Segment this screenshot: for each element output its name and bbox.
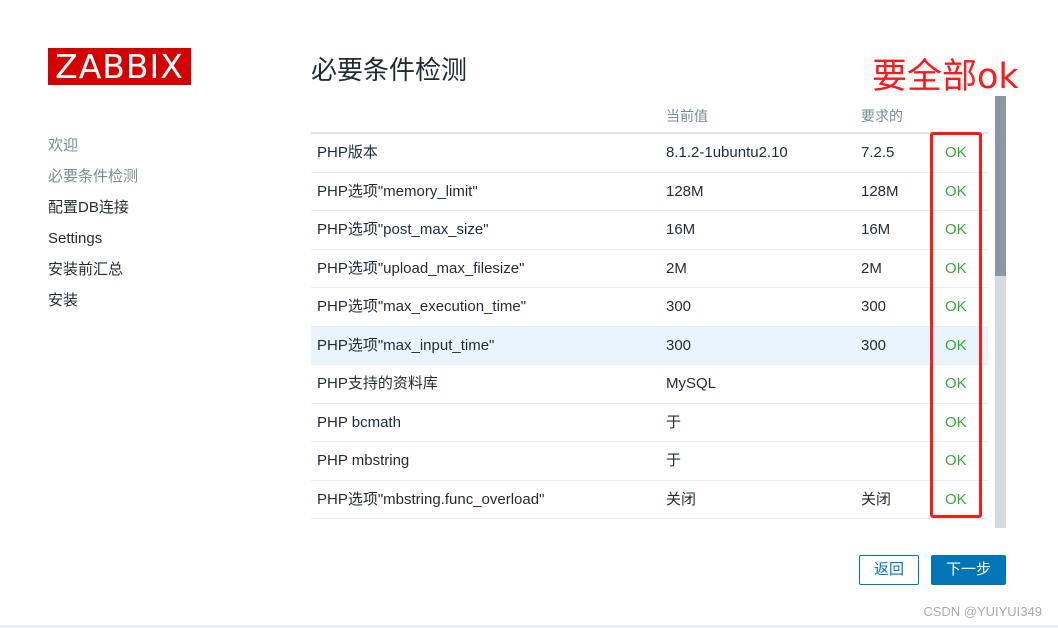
row-name: PHP bcmath: [317, 413, 401, 431]
row-name: PHP选项"max_input_time": [317, 336, 495, 354]
row-current-value: 关闭: [666, 490, 697, 508]
row-current-value: 于: [666, 413, 682, 431]
row-required-value: 128M: [861, 182, 899, 200]
setup-steps-nav: 欢迎 必要条件检测 配置DB连接 Settings 安装前汇总 安装: [48, 130, 268, 316]
zabbix-logo: ZABBIX: [48, 48, 191, 85]
table-row: PHP选项"post_max_size" 16M 16M OK: [311, 211, 988, 250]
table-header: 当前值 要求的: [311, 96, 988, 134]
prerequisites-table: 当前值 要求的 PHP版本 8.1.2-1ubuntu2.10 7.2.5 OK…: [311, 96, 988, 520]
row-required-value: 300: [861, 336, 887, 354]
row-current-value: 300: [666, 298, 692, 315]
row-name: PHP选项"memory_limit": [317, 182, 478, 200]
table-row: PHP选项"max_execution_time" 300 300 OK: [311, 288, 988, 327]
next-step-button[interactable]: 下一步: [931, 555, 1006, 585]
row-name: PHP支持的资料库: [317, 375, 438, 392]
row-current-value: 2M: [666, 259, 687, 277]
row-name: PHP选项"max_execution_time": [317, 298, 527, 315]
scrollbar-thumb[interactable]: [995, 96, 1006, 276]
column-header-required: 要求的: [861, 108, 903, 124]
row-name: PHP选项"post_max_size": [317, 221, 489, 238]
row-required-value: 16M: [861, 221, 891, 238]
watermark: CSDN @YUIYUI349: [923, 604, 1042, 619]
row-required-value: 7.2.5: [861, 144, 895, 161]
row-current-value: 128M: [666, 182, 704, 200]
column-header-current: 当前值: [666, 108, 708, 124]
nav-step-settings[interactable]: Settings: [48, 223, 268, 254]
back-button[interactable]: 返回: [859, 555, 919, 585]
row-required-value: 2M: [861, 259, 882, 277]
nav-step-install[interactable]: 安装: [48, 285, 268, 316]
row-required-value: 300: [861, 298, 887, 315]
table-row: PHP mbstring 于 OK: [311, 442, 988, 481]
table-row: PHP选项"mbstring.func_overload" 关闭 关闭 OK: [311, 480, 988, 519]
table-row: PHP版本 8.1.2-1ubuntu2.10 7.2.5 OK: [311, 134, 988, 173]
annotation-highlight-box: [930, 132, 982, 518]
table-row-hovered: PHP选项"max_input_time" 300 300 OK: [311, 326, 988, 365]
row-name: PHP选项"upload_max_filesize": [317, 259, 525, 277]
row-name: PHP mbstring: [317, 452, 410, 469]
row-name: PHP选项"mbstring.func_overload": [317, 490, 545, 508]
row-name: PHP版本: [317, 144, 378, 161]
table-scrollbar[interactable]: [995, 96, 1006, 528]
row-current-value: 16M: [666, 221, 696, 238]
table-row: PHP bcmath 于 OK: [311, 403, 988, 442]
nav-step-welcome[interactable]: 欢迎: [48, 130, 268, 161]
row-current-value: 300: [666, 336, 692, 354]
row-required-value: 关闭: [861, 490, 892, 508]
row-current-value: MySQL: [666, 375, 717, 392]
row-current-value: 于: [666, 452, 682, 469]
row-current-value: 8.1.2-1ubuntu2.10: [666, 144, 788, 161]
nav-step-prerequisites[interactable]: 必要条件检测: [48, 161, 268, 192]
page-title: 必要条件检测: [311, 55, 468, 85]
table-row: PHP支持的资料库 MySQL OK: [311, 365, 988, 404]
nav-step-db-connection[interactable]: 配置DB连接: [48, 192, 268, 223]
nav-step-summary[interactable]: 安装前汇总: [48, 254, 268, 285]
table-row: PHP选项"memory_limit" 128M 128M OK: [311, 172, 988, 211]
annotation-text: 要全部ok: [872, 57, 1019, 97]
table-row: PHP选项"upload_max_filesize" 2M 2M OK: [311, 249, 988, 288]
